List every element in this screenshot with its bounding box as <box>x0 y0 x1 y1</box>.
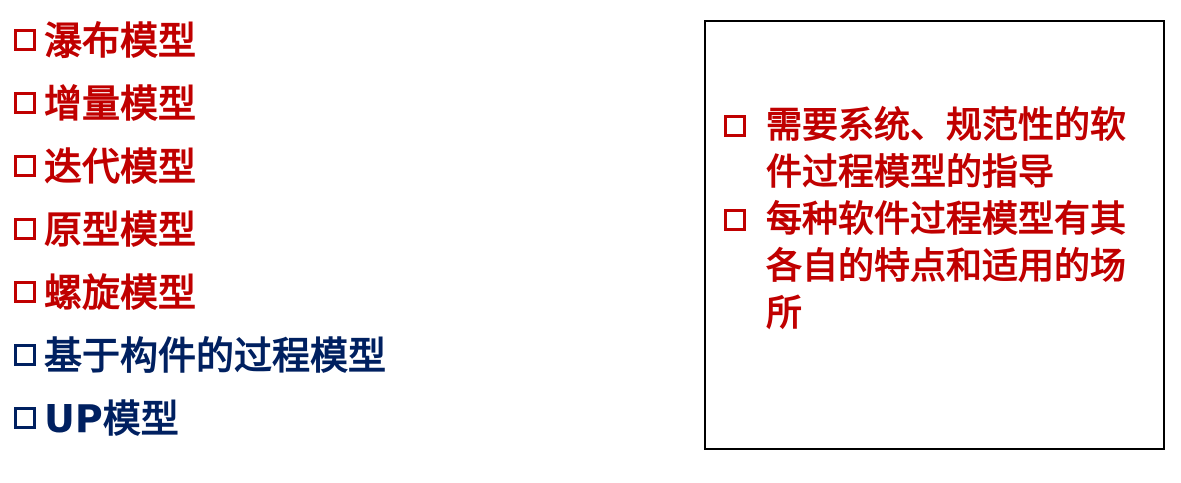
model-label: UP模型 <box>44 397 179 441</box>
model-label: 增量模型 <box>44 82 197 126</box>
model-label: 螺旋模型 <box>44 271 197 315</box>
notes-box: 需要系统、规范性的软件过程模型的指导 每种软件过程模型有其各自的特点和适用的场所 <box>704 20 1165 450</box>
model-item-component-based: 基于构件的过程模型 <box>14 321 654 384</box>
note-item: 需要系统、规范性的软件过程模型的指导 <box>724 102 1155 196</box>
checkbox-icon <box>14 154 36 177</box>
checkbox-icon <box>14 91 36 114</box>
model-item-up: UP模型 <box>14 384 654 447</box>
process-model-list: 瀑布模型 增量模型 迭代模型 原型模型 螺旋模型 基于构件的过程模型 UP模型 <box>14 6 654 447</box>
checkbox-icon <box>14 343 36 366</box>
model-label: 基于构件的过程模型 <box>44 334 387 378</box>
note-item: 每种软件过程模型有其各自的特点和适用的场所 <box>724 196 1155 337</box>
checkbox-icon <box>14 406 36 429</box>
checkbox-icon <box>14 217 36 240</box>
model-item-waterfall: 瀑布模型 <box>14 6 654 69</box>
checkbox-icon <box>724 209 746 231</box>
note-text: 每种软件过程模型有其各自的特点和适用的场所 <box>766 199 1127 334</box>
notes-list: 需要系统、规范性的软件过程模型的指导 每种软件过程模型有其各自的特点和适用的场所 <box>724 102 1155 337</box>
model-item-iterative: 迭代模型 <box>14 132 654 195</box>
model-label: 原型模型 <box>44 208 197 252</box>
model-label: 瀑布模型 <box>44 19 197 63</box>
checkbox-icon <box>14 28 36 51</box>
checkbox-icon <box>724 115 746 137</box>
note-text: 需要系统、规范性的软件过程模型的指导 <box>766 105 1127 193</box>
model-label: 迭代模型 <box>44 145 197 189</box>
checkbox-icon <box>14 280 36 303</box>
model-item-spiral: 螺旋模型 <box>14 258 654 321</box>
model-item-incremental: 增量模型 <box>14 69 654 132</box>
model-item-prototype: 原型模型 <box>14 195 654 258</box>
